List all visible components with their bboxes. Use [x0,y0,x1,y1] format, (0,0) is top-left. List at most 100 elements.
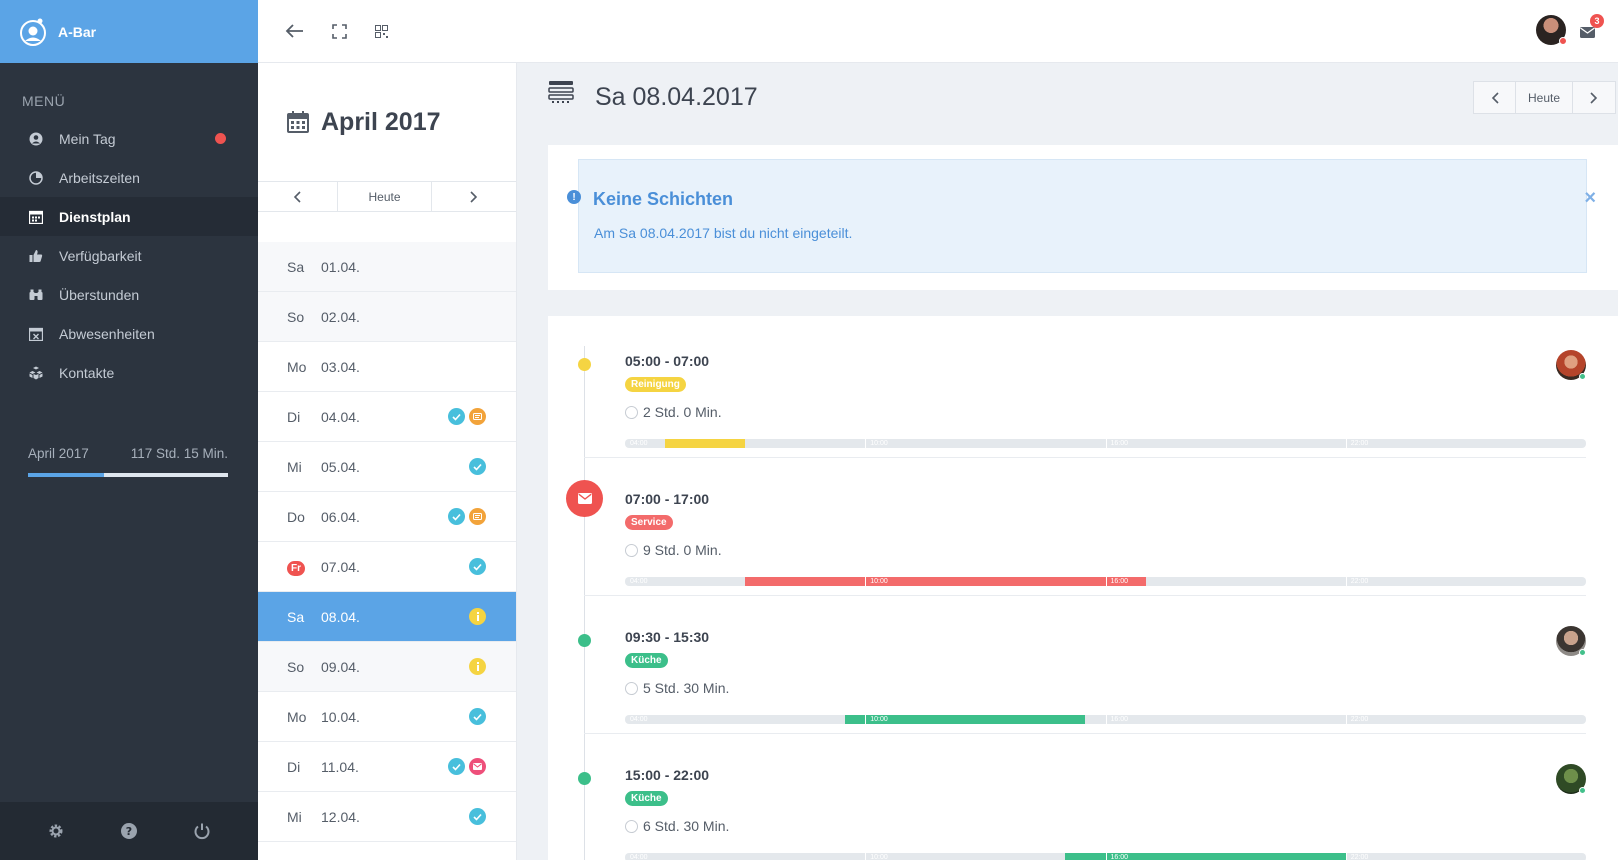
shift-duration-text: 9 Std. 0 Min. [643,542,722,558]
shift-item[interactable]: 09:30 - 15:30 Küche 5 Std. 30 Min. 04:00 10:… [548,592,1618,734]
online-status-dot [1579,649,1586,656]
day-row[interactable]: Di 04.04. [258,392,516,442]
day-next-button[interactable] [1573,82,1615,113]
day-row[interactable]: Sa 01.04. [258,242,516,292]
bar-tick-label: 04:00 [630,440,648,447]
day-row[interactable]: Fr 07.04. [258,542,516,592]
close-icon[interactable]: × [1584,187,1596,210]
bar-tick-label: 10:00 [870,440,888,447]
employee-avatar[interactable] [1556,626,1586,656]
shift-bar-fill [1065,853,1346,860]
sidebar-item-label: Überstunden [59,286,140,303]
alert-text: Am Sa 08.04.2017 bist du nicht eingeteil… [594,225,853,241]
shift-duration-text: 6 Std. 30 Min. [643,818,730,834]
calendar-header: April 2017 [258,63,516,181]
online-status-dot [1579,373,1586,380]
day-row[interactable]: Sa 08.04. [258,592,516,642]
day-name-cell: Di [287,759,321,775]
schedule-icon [548,81,574,103]
gear-icon[interactable] [46,821,66,841]
user-circle-icon [28,131,44,147]
sidebar-item-label: Arbeitszeiten [59,169,140,186]
day-row[interactable]: Mo 10.04. [258,692,516,742]
day-name: Sa [287,258,305,275]
day-date: 11.04. [321,758,359,775]
power-icon[interactable] [192,821,212,841]
shift-item[interactable]: 15:00 - 22:00 Küche 6 Std. 30 Min. 04:00 10:… [548,730,1618,860]
bar-tick-label: 16:00 [1110,854,1129,860]
shift-item[interactable]: 05:00 - 07:00 Reinigung 2 Std. 0 Min. 04:00… [548,316,1618,458]
info-alert [578,159,1587,273]
day-name: Mo [287,708,307,725]
day-date: 10.04. [321,708,360,725]
bar-tick [1105,715,1107,724]
calendar-today-button[interactable]: Heute [338,182,433,211]
day-name-cell: Sa [287,609,321,625]
brand[interactable]: A-Bar [0,0,258,63]
sidebar-item-abwesenheiten[interactable]: Abwesenheiten [0,314,258,353]
check-icon [448,758,465,775]
mail-icon[interactable]: 3 [1576,14,1604,43]
employee-avatar[interactable] [1556,764,1586,794]
day-date: 02.04. [321,308,360,325]
day-list: Sa 01.04. So 02.04. Mo 03.04. Di 04.04. Mi 05.04.… [258,242,516,842]
day-row[interactable]: Mi 12.04. [258,792,516,842]
sidebar-item-dienstplan[interactable]: Dienstplan [0,197,258,236]
day-today-button[interactable]: Heute [1516,82,1573,113]
back-arrow-icon[interactable] [284,20,306,42]
bar-tick [865,853,867,860]
bar-tick [1345,853,1347,860]
shift-item[interactable]: 07:00 - 17:00 Service 9 Std. 0 Min. 04:00 10… [548,454,1618,596]
status-dot [1559,37,1567,45]
day-name: Mo [287,358,307,375]
day-row[interactable]: Do 06.04. [258,492,516,542]
user-avatar[interactable] [1536,15,1567,45]
day-name-cell: Di [287,409,321,425]
help-icon[interactable]: ? [119,821,139,841]
chevron-left-icon [1491,91,1499,104]
shift-timeline: 05:00 - 07:00 Reinigung 2 Std. 0 Min. 04:00… [548,316,1618,860]
calendar-nav: Heute [258,181,516,212]
day-name-cell: Mo [287,709,321,725]
day-row[interactable]: So 02.04. [258,292,516,342]
day-name: Do [287,508,305,525]
calendar-prev-button[interactable] [258,182,338,211]
shift-time-bar: 04:00 10:00 16:00 22:00 [625,715,1586,724]
shift-duration: 5 Std. 30 Min. [625,680,729,696]
sidebar-item-label: Mein Tag [59,130,116,147]
day-status-icons [469,708,486,725]
shift-duration-text: 2 Std. 0 Min. [643,404,722,420]
bar-tick-label: 16:00 [1110,578,1129,585]
sidebar-item-überstunden[interactable]: Überstunden [0,275,258,314]
sidebar-item-label: Kontakte [59,364,115,381]
bar-tick-label: 22:00 [1350,578,1369,585]
sidebar-item-mein-tag[interactable]: Mein Tag [0,119,258,158]
day-row[interactable]: Mi 05.04. [258,442,516,492]
day-date: 05.04. [321,458,360,475]
calendar-title: April 2017 [321,107,441,136]
day-title: Sa 08.04.2017 [595,83,758,111]
day-name: Mi [287,808,302,825]
day-nav: Heute [1473,81,1616,114]
calendar-next-button[interactable] [432,182,516,211]
employee-avatar[interactable] [1556,350,1586,380]
qr-code-icon[interactable] [370,20,392,42]
sidebar-item-arbeitszeiten[interactable]: Arbeitszeiten [0,158,258,197]
sidebar-item-kontakte[interactable]: Kontakte [0,353,258,392]
binoculars-icon [28,287,44,303]
mail-icon[interactable] [566,480,603,517]
day-row[interactable]: Mo 03.04. [258,342,516,392]
sidebar-item-verfügbarkeit[interactable]: Verfügbarkeit [0,236,258,275]
shift-bar-fill [665,439,746,448]
fullscreen-icon[interactable] [328,20,350,42]
sidebar-item-label: Verfügbarkeit [59,247,142,264]
stats-progress-fill [28,473,104,477]
cubes-icon [28,365,44,381]
day-row[interactable]: So 09.04. [258,642,516,692]
clock-icon [625,405,638,419]
day-row[interactable]: Di 11.04. [258,742,516,792]
day-name-cell: Do [287,509,321,525]
day-status-icons [448,758,486,775]
day-prev-button[interactable] [1474,82,1516,113]
day-status-icons [469,808,486,825]
